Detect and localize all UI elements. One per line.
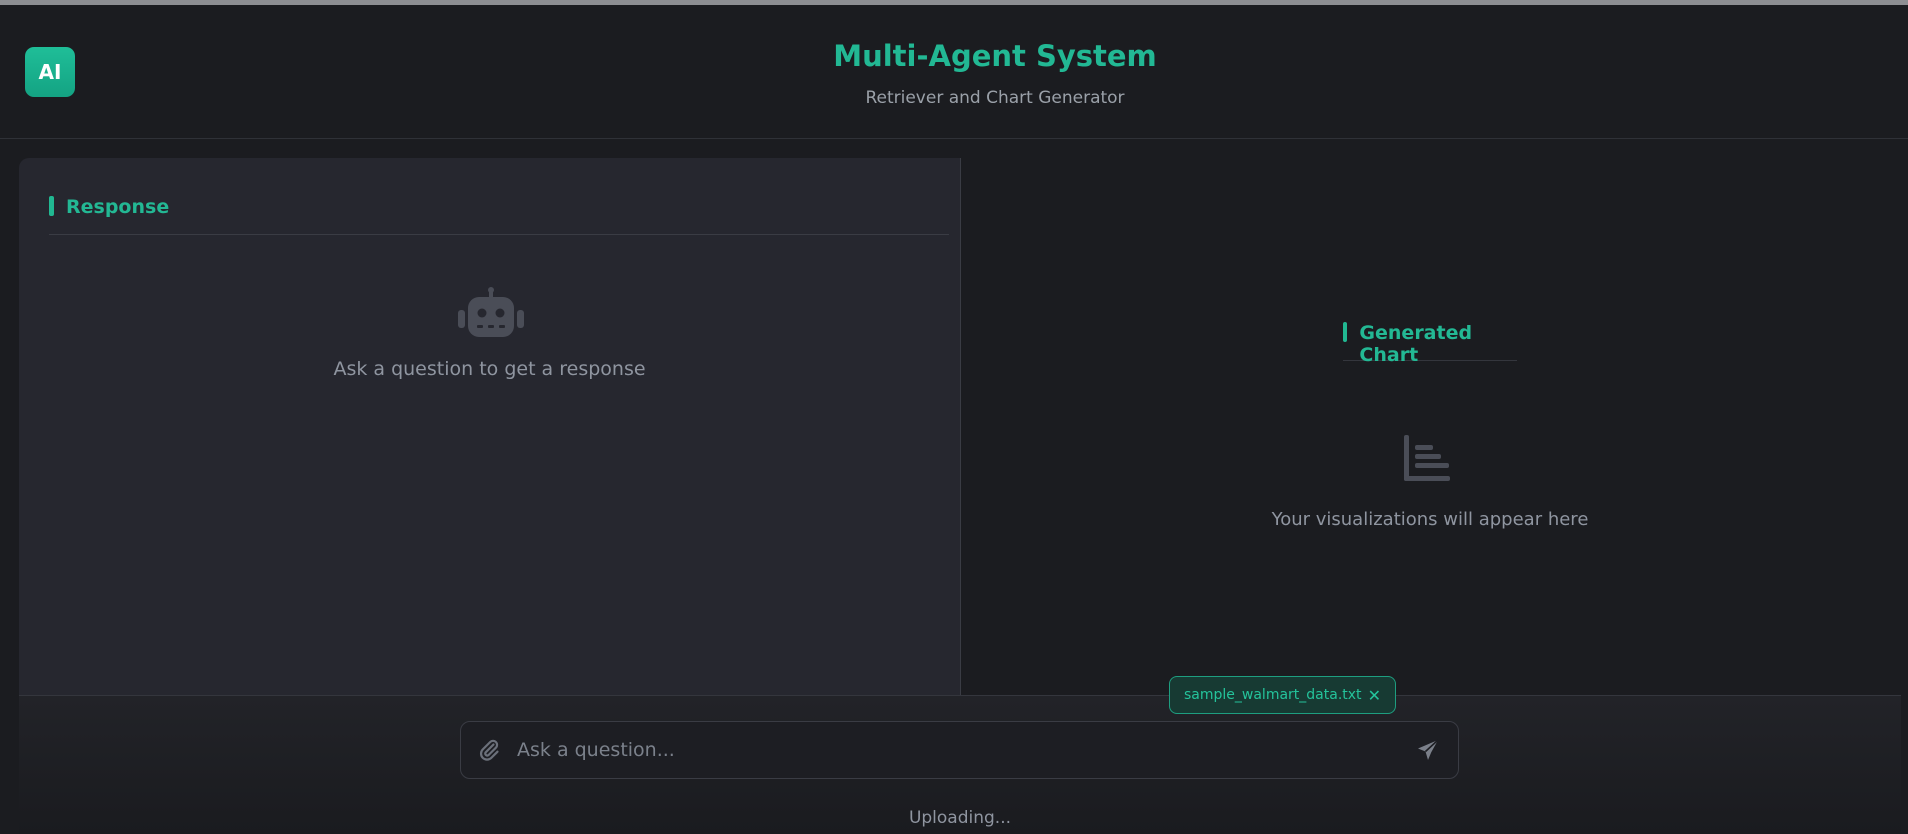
attachment-chip: sample_walmart_data.txt ✕	[1169, 676, 1396, 714]
accent-bar	[49, 196, 54, 216]
response-panel-header: Response	[49, 196, 949, 235]
paperclip-icon[interactable]	[477, 738, 501, 762]
response-panel: Response Ask a question to get a respons…	[19, 158, 961, 695]
chart-bar-icon	[1404, 435, 1450, 481]
chart-panel-header: Generated Chart	[1343, 322, 1517, 366]
page-title: Multi-Agent System	[833, 39, 1157, 73]
app-header: AI Multi-Agent System Retriever and Char…	[0, 5, 1908, 139]
response-empty-text: Ask a question to get a response	[333, 358, 646, 380]
page-subtitle: Retriever and Chart Generator	[865, 88, 1125, 108]
response-panel-title: Response	[66, 196, 170, 218]
chart-empty-text: Your visualizations will appear here	[1271, 509, 1589, 530]
robot-icon	[458, 287, 524, 337]
remove-attachment-button[interactable]: ✕	[1368, 686, 1381, 705]
upload-status: Uploading...	[908, 808, 1012, 828]
accent-bar	[1343, 322, 1348, 342]
attachment-filename: sample_walmart_data.txt	[1184, 687, 1362, 703]
chart-panel-title: Generated Chart	[1359, 322, 1473, 366]
question-input-container	[460, 721, 1459, 779]
send-icon[interactable]	[1416, 738, 1440, 762]
question-input[interactable]	[515, 738, 1416, 762]
